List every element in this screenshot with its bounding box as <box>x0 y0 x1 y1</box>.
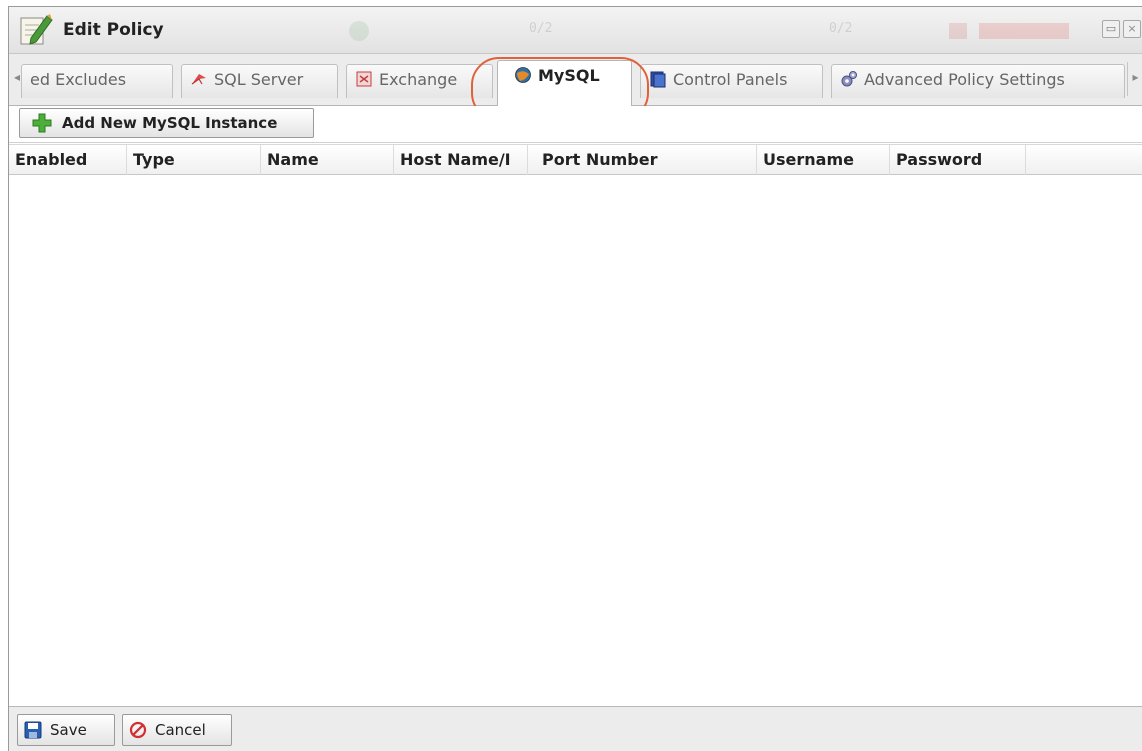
tab-label: Control Panels <box>673 70 788 89</box>
column-header-port-number[interactable]: Port Number <box>536 145 757 175</box>
tab-scroll-right-icon[interactable]: ▸ <box>1127 62 1142 96</box>
window-title: Edit Policy <box>63 20 164 40</box>
column-header-password[interactable]: Password <box>890 145 1026 175</box>
exchange-icon <box>356 71 372 87</box>
edit-policy-icon <box>20 14 53 45</box>
title-bar: Edit Policy 0/2 0/2 ▭ × <box>9 7 1142 54</box>
tab-strip: ◂ ed Excludes SQL Server Exchange MySQL <box>9 54 1142 106</box>
save-icon <box>24 721 42 739</box>
tab-label: Advanced Policy Settings <box>864 70 1065 89</box>
plus-icon <box>32 113 52 133</box>
tab-mysql[interactable]: MySQL <box>497 60 632 106</box>
tab-excludes[interactable]: ed Excludes <box>21 64 173 98</box>
tab-advanced-policy-settings[interactable]: Advanced Policy Settings <box>831 64 1125 98</box>
footer-bar: Save Cancel <box>9 706 1142 751</box>
column-header-host-name[interactable]: Host Name/I <box>394 145 528 175</box>
toolbar: Add New MySQL Instance <box>9 106 1142 143</box>
column-header-username[interactable]: Username <box>757 145 890 175</box>
tab-sql-server[interactable]: SQL Server <box>181 64 338 98</box>
tab-label: MySQL <box>538 66 600 85</box>
restore-icon[interactable]: ▭ <box>1102 20 1120 38</box>
edit-policy-window: Edit Policy 0/2 0/2 ▭ × ◂ ed Excludes SQ… <box>8 6 1142 751</box>
column-header-enabled[interactable]: Enabled <box>9 145 127 175</box>
control-panels-icon <box>650 71 666 88</box>
tab-label: SQL Server <box>214 70 304 89</box>
grid-header: Enabled Type Name Host Name/I Port Numbe… <box>9 144 1142 175</box>
tab-control-panels[interactable]: Control Panels <box>640 64 823 98</box>
cancel-button[interactable]: Cancel <box>122 714 232 746</box>
close-icon[interactable]: × <box>1123 20 1141 38</box>
gears-icon <box>841 71 857 87</box>
column-header-type[interactable]: Type <box>127 145 261 175</box>
tab-exchange[interactable]: Exchange <box>346 64 493 98</box>
cancel-icon <box>129 721 147 739</box>
tab-label: Exchange <box>379 70 458 89</box>
add-button-label: Add New MySQL Instance <box>62 114 278 132</box>
save-button-label: Save <box>50 721 87 739</box>
grid-body[interactable] <box>9 176 1142 706</box>
add-mysql-instance-button[interactable]: Add New MySQL Instance <box>19 108 314 138</box>
cancel-button-label: Cancel <box>155 721 206 739</box>
mysql-icon <box>515 67 531 83</box>
tab-label: ed Excludes <box>30 70 127 89</box>
sql-server-icon <box>191 74 206 85</box>
background-ghost: 0/2 0/2 <box>349 21 1069 41</box>
column-header-name[interactable]: Name <box>261 145 394 175</box>
save-button[interactable]: Save <box>17 714 115 746</box>
